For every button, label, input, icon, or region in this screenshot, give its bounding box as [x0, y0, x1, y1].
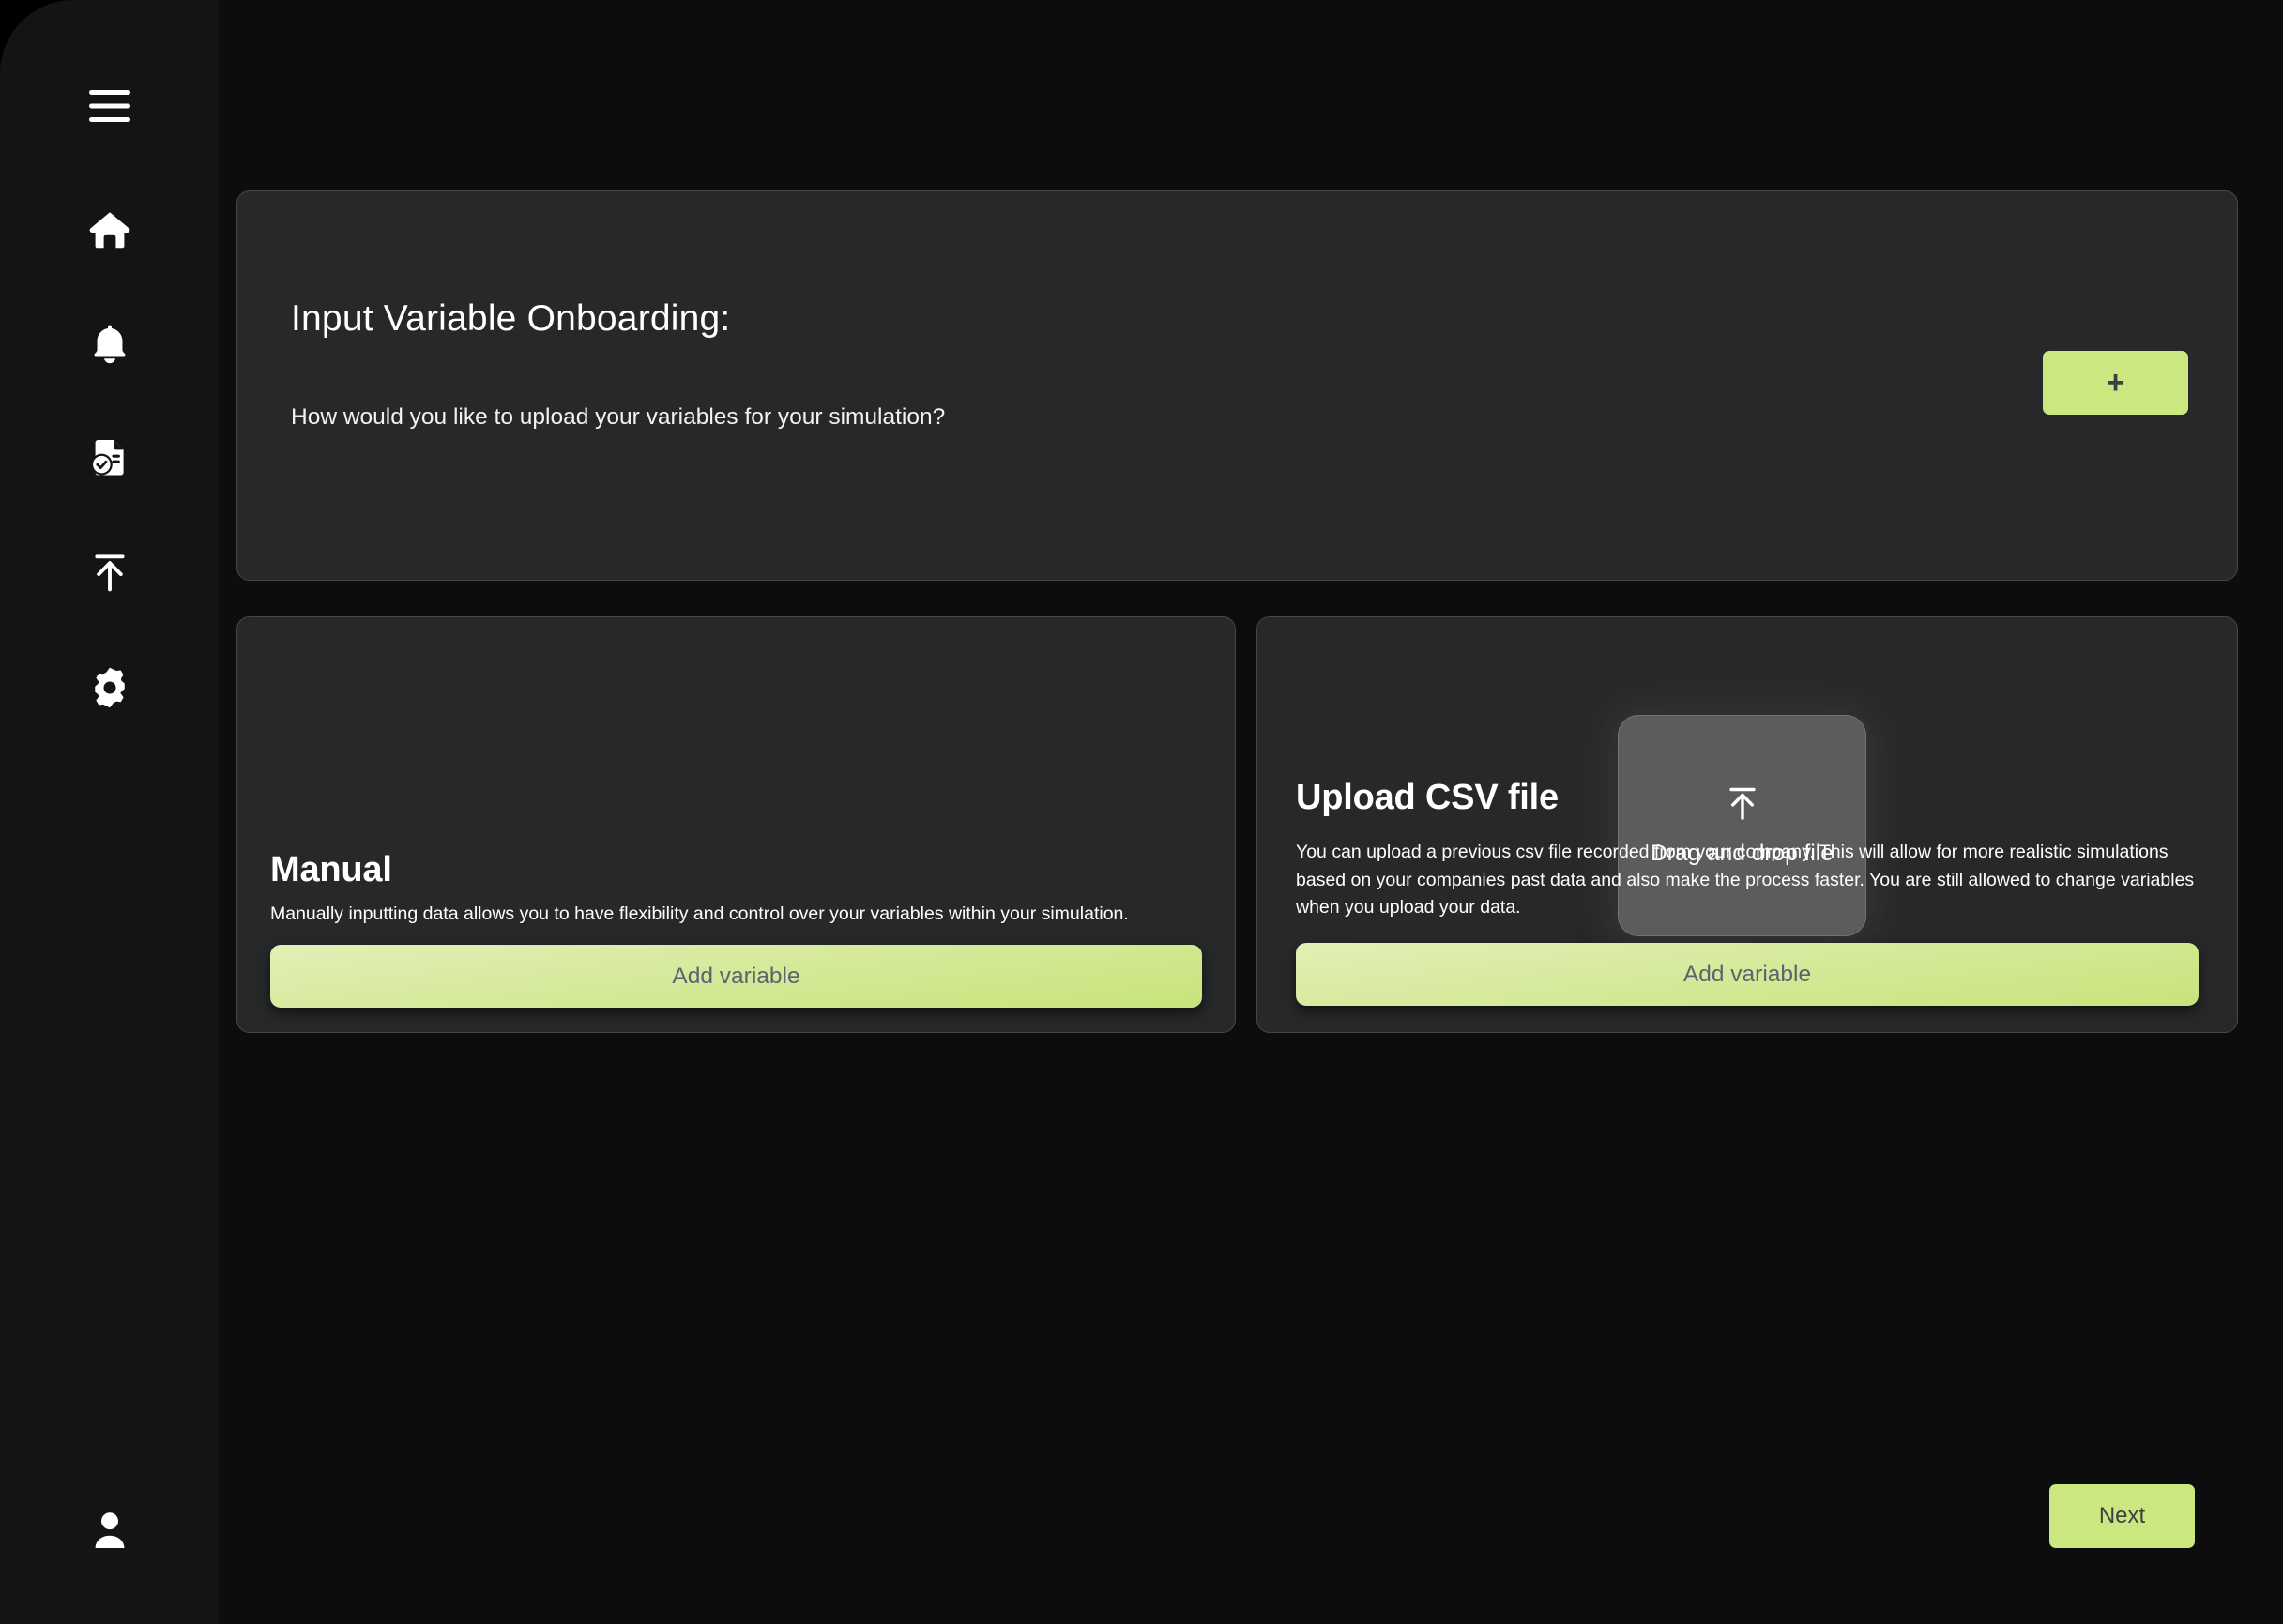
manual-option-card[interactable]: Manual Manually inputting data allows yo… — [236, 616, 1236, 1033]
csv-add-variable-button[interactable]: Add variable — [1296, 943, 2199, 1006]
sidebar-account[interactable] — [0, 1496, 219, 1566]
main-content: Input Variable Onboarding: How would you… — [219, 0, 2283, 1624]
csv-description: You can upload a previous csv file recor… — [1296, 842, 2195, 918]
sidebar-item-notifications[interactable] — [75, 310, 145, 379]
sidebar-item-reports[interactable] — [75, 424, 145, 493]
manual-card-body: Manual Manually inputting data allows yo… — [270, 850, 1202, 1008]
bell-icon — [89, 323, 130, 366]
add-variable-plus-button[interactable]: + — [2043, 351, 2188, 415]
gear-icon — [87, 665, 132, 710]
document-check-icon — [87, 436, 132, 481]
sidebar-item-upload[interactable] — [75, 539, 145, 608]
sidebar-item-home[interactable] — [75, 195, 145, 265]
page-title: Input Variable Onboarding: — [291, 298, 731, 339]
home-icon — [87, 207, 132, 252]
sidebar — [0, 0, 219, 1624]
onboarding-question: How would you like to upload your variab… — [291, 404, 946, 430]
sidebar-nav — [75, 195, 145, 767]
manual-title: Manual — [270, 849, 392, 889]
csv-card-body: Upload CSV file You can upload a previou… — [1296, 778, 2199, 1006]
next-button[interactable]: Next — [2049, 1484, 2195, 1548]
onboarding-header-card: Input Variable Onboarding: How would you… — [236, 190, 2238, 581]
sidebar-item-settings[interactable] — [75, 653, 145, 722]
csv-option-card[interactable]: Drag and drop file Upload CSV file You c… — [1256, 616, 2238, 1033]
app-root: Input Variable Onboarding: How would you… — [0, 0, 2283, 1624]
hamburger-menu-icon[interactable] — [75, 71, 145, 141]
user-avatar-icon[interactable] — [75, 1496, 145, 1566]
manual-add-variable-button[interactable]: Add variable — [270, 945, 1202, 1008]
upload-icon — [88, 551, 131, 596]
csv-title: Upload CSV file — [1296, 778, 1559, 818]
manual-description: Manually inputting data allows you to ha… — [270, 903, 1129, 924]
